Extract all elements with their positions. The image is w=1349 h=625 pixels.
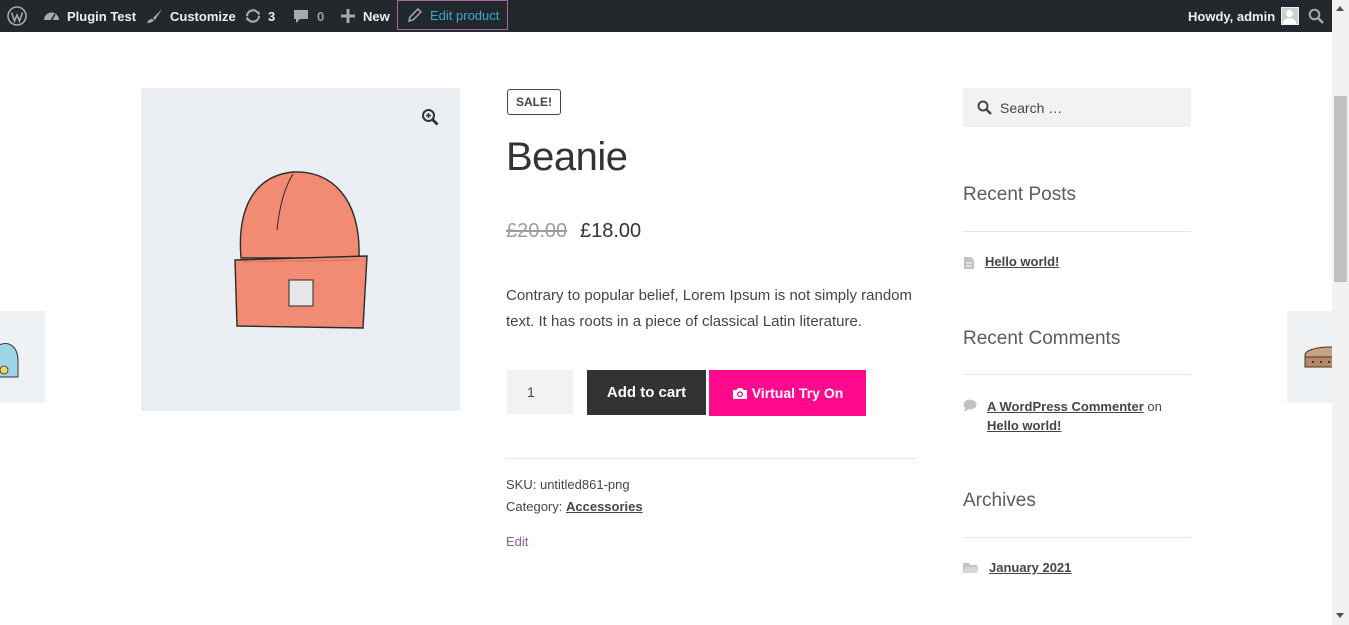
beanie-product-image xyxy=(234,171,368,329)
pencil-icon xyxy=(408,8,422,22)
comments-menu[interactable]: 0 xyxy=(293,0,324,32)
sale-badge: SALE! xyxy=(507,89,561,115)
wordpress-logo-icon[interactable] xyxy=(7,0,27,32)
comment-bubble-icon xyxy=(963,399,977,412)
virtual-try-on-button[interactable]: Virtual Try On xyxy=(709,370,866,416)
avatar xyxy=(1281,7,1300,25)
search-input[interactable] xyxy=(998,98,1182,117)
edit-product-link[interactable]: Edit product xyxy=(397,0,508,30)
plus-icon xyxy=(341,9,355,23)
admin-bar: Plugin Test Customize 3 0 New Edit produ… xyxy=(0,0,1332,32)
zoom-icon[interactable] xyxy=(421,108,439,131)
customize-menu[interactable]: Customize xyxy=(146,0,236,32)
admin-search-icon[interactable] xyxy=(1308,0,1324,32)
document-icon xyxy=(964,257,974,269)
dashboard-icon xyxy=(44,12,59,21)
recent-post-item: Hello world! xyxy=(963,254,1059,270)
search-icon xyxy=(977,100,992,115)
short-description: Contrary to popular belief, Lorem Ipsum … xyxy=(506,287,913,330)
category-label: Category: xyxy=(506,499,563,514)
blue-beanie-icon xyxy=(0,343,19,378)
scroll-down-arrow-icon[interactable] xyxy=(1336,613,1344,618)
customize-label: Customize xyxy=(170,8,236,24)
previous-product-thumbnail[interactable] xyxy=(0,311,45,403)
new-label: New xyxy=(363,8,390,24)
product-title: Beanie xyxy=(506,135,628,179)
brush-icon xyxy=(147,9,162,23)
original-price: £20.00 xyxy=(506,220,568,242)
comments-count: 0 xyxy=(317,8,325,24)
sku-value: untitled861-png xyxy=(539,477,630,492)
add-to-cart-button[interactable]: Add to cart xyxy=(587,370,706,415)
sale-price: £18.00 xyxy=(580,220,642,242)
sidebar-search xyxy=(963,88,1191,127)
comment-icon xyxy=(294,10,308,23)
product-gallery[interactable] xyxy=(141,88,460,411)
new-content-menu[interactable]: New xyxy=(341,0,390,32)
category-meta: Category: Accessories xyxy=(506,499,643,514)
widget-divider xyxy=(963,374,1191,375)
scroll-thumb[interactable] xyxy=(1334,96,1347,282)
edit-link[interactable]: Edit xyxy=(506,534,528,549)
category-link[interactable]: Accessories xyxy=(566,499,643,514)
belt-icon xyxy=(1304,346,1332,368)
sku-label: SKU: xyxy=(506,477,537,492)
sku-meta: SKU: untitled861-png xyxy=(506,477,630,492)
howdy-label: Howdy, admin xyxy=(1188,8,1276,24)
site-name-menu[interactable]: Plugin Test xyxy=(43,0,136,32)
archive-item: January 2021 xyxy=(963,560,1071,575)
site-name-label: Plugin Test xyxy=(67,8,137,24)
comment-author-link[interactable]: A WordPress Commenter xyxy=(987,399,1144,414)
recent-comment-item: A WordPress Commenter on Hello world! xyxy=(963,397,1191,435)
updates-menu[interactable]: 3 xyxy=(244,0,275,32)
camera-icon xyxy=(732,387,747,399)
comment-on-label: on xyxy=(1147,399,1162,414)
updates-icon xyxy=(245,9,261,23)
recent-comments-title: Recent Comments xyxy=(963,328,1121,349)
edit-product-label: Edit product xyxy=(430,7,500,23)
recent-post-link[interactable]: Hello world! xyxy=(985,254,1059,269)
updates-count: 3 xyxy=(268,8,276,24)
folder-icon xyxy=(963,563,979,573)
my-account-menu[interactable]: Howdy, admin xyxy=(1188,0,1300,32)
page-scrollbar[interactable] xyxy=(1332,0,1349,625)
comment-post-link[interactable]: Hello world! xyxy=(987,418,1061,433)
next-product-thumbnail[interactable] xyxy=(1287,311,1332,403)
recent-posts-title: Recent Posts xyxy=(963,184,1076,205)
virtual-try-on-label: Virtual Try On xyxy=(751,385,844,401)
archives-title: Archives xyxy=(963,490,1036,511)
archive-link[interactable]: January 2021 xyxy=(989,560,1071,575)
divider xyxy=(506,458,916,459)
comment-text: A WordPress Commenter on Hello world! xyxy=(987,397,1191,435)
widget-divider xyxy=(963,231,1191,232)
quantity-input[interactable] xyxy=(507,370,573,414)
widget-divider xyxy=(963,537,1191,538)
scroll-up-arrow-icon[interactable] xyxy=(1336,6,1344,11)
